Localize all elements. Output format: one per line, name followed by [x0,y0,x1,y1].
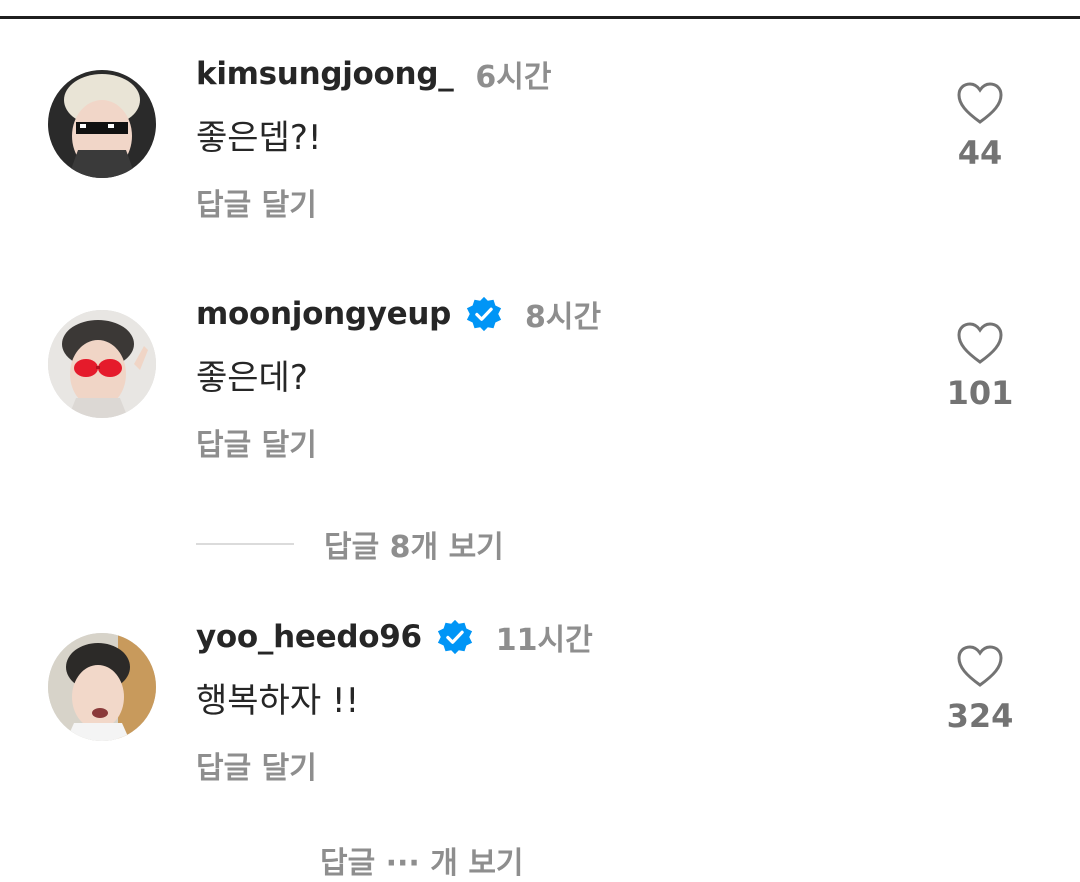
comment-text: 행복하자 !! [196,681,360,721]
comment-meta: moonjongyeup 8시간 [196,292,601,336]
view-replies-button[interactable]: 답글 8개 보기 [196,522,504,566]
reply-button[interactable]: 답글 달기 [196,180,317,224]
username[interactable]: yoo_heedo96 [196,619,422,655]
comment-item: kimsungjoong_ 6시간 좋은뎁?! 답글 달기 44 [0,52,1080,252]
comment-item: yoo_heedo96 11시간 행복하자 !! 답글 달기 324 [0,615,1080,815]
verified-badge-icon [466,296,502,332]
avatar[interactable] [48,70,156,178]
reply-button[interactable]: 답글 달기 [196,420,317,464]
comment-time: 8시간 [525,300,602,335]
username[interactable]: kimsungjoong_ [196,56,454,92]
heart-outline-icon[interactable] [956,322,1004,366]
divider-line [196,543,294,545]
avatar-image [48,310,156,418]
comment-time: 11시간 [495,623,593,658]
comment-text: 좋은데? [196,358,308,398]
comment-item: moonjongyeup 8시간 좋은데? 답글 달기 101 [0,292,1080,492]
next-view-replies-partial[interactable]: 답글 ··· 개 보기 [320,838,524,882]
like-area: 44 [920,82,1040,172]
heart-outline-icon[interactable] [956,645,1004,689]
verified-badge-icon [437,619,472,655]
username[interactable]: moonjongyeup [196,296,451,332]
like-area: 101 [920,322,1040,412]
like-count: 324 [946,697,1014,735]
view-replies-label[interactable]: 답글 8개 보기 [324,522,504,566]
avatar[interactable] [48,633,156,741]
heart-outline-icon[interactable] [956,82,1004,126]
comment-time: 6시간 [475,60,552,95]
comment-meta: yoo_heedo96 11시간 [196,615,593,659]
like-area: 324 [920,645,1040,735]
comment-text: 좋은뎁?! [196,118,322,158]
like-count: 44 [957,134,1003,172]
reply-button[interactable]: 답글 달기 [196,743,317,787]
like-count: 101 [946,374,1014,412]
avatar-image [48,633,156,741]
avatar-image [48,70,156,178]
avatar[interactable] [48,310,156,418]
top-divider [0,16,1080,19]
comment-meta: kimsungjoong_ 6시간 [196,52,551,96]
